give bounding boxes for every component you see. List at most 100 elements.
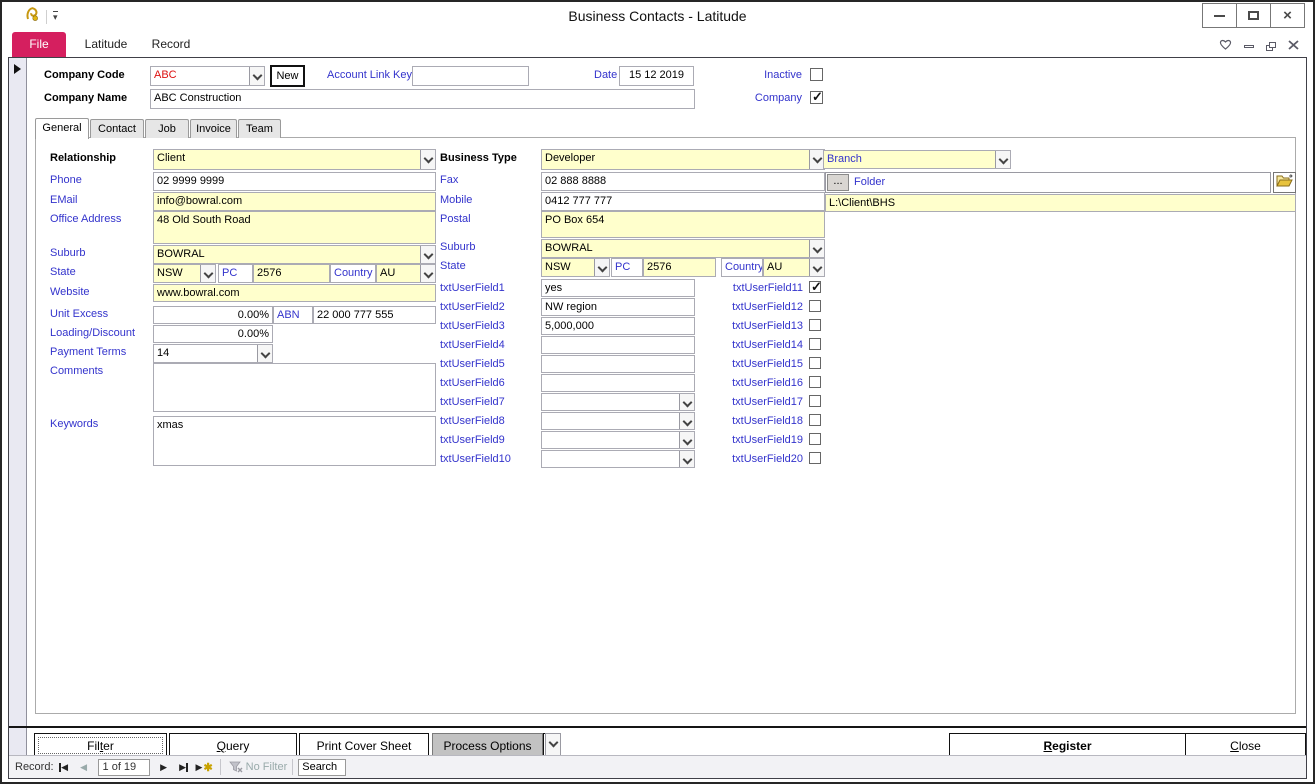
userfield3-input[interactable]: 5,000,000 [541, 317, 695, 335]
userfield20-label: txtUserField20 [676, 453, 803, 465]
last-record-button[interactable]: ▶ [176, 759, 192, 776]
relationship-dropdown-icon[interactable] [420, 149, 436, 170]
company-checkbox[interactable] [810, 91, 823, 104]
userfield10-label: txtUserField10 [440, 453, 511, 465]
previous-record-button[interactable]: ◀ [76, 759, 92, 776]
inactive-checkbox[interactable] [810, 68, 823, 81]
payment-terms-combobox[interactable]: 14 [153, 344, 273, 363]
mobile-label: Mobile [440, 194, 472, 206]
new-button[interactable]: New [270, 65, 305, 87]
folder-browse-button[interactable]: ... [827, 174, 849, 191]
state-label-left: State [50, 266, 76, 278]
footer-divider [9, 726, 1306, 728]
form-close-icon[interactable] [1288, 37, 1299, 55]
suburb-dropdown-icon-middle[interactable] [809, 239, 825, 258]
minimize-button[interactable] [1202, 3, 1237, 28]
first-record-button[interactable]: ◀ [56, 759, 72, 776]
state-dropdown-icon-left[interactable] [200, 264, 216, 283]
company-code-dropdown-icon[interactable] [249, 66, 265, 86]
record-position-box[interactable]: 1 of 19 [98, 759, 150, 776]
suburb-dropdown-icon-left[interactable] [420, 245, 436, 264]
app-window: ▾ Business Contacts - Latitude × File La… [0, 0, 1315, 784]
close-button[interactable]: × [1270, 3, 1305, 28]
userfield2-input[interactable]: NW region [541, 298, 695, 316]
country-combobox-left[interactable]: AU [376, 264, 436, 283]
userfield5-input[interactable] [541, 355, 695, 373]
payment-terms-dropdown-icon[interactable] [257, 344, 273, 363]
state-dropdown-icon-middle[interactable] [594, 258, 610, 277]
business-type-combobox[interactable]: Developer [541, 149, 825, 170]
userfield14-checkbox[interactable] [809, 338, 821, 350]
company-code-label: Company Code [44, 69, 125, 81]
account-link-key-input[interactable] [412, 66, 529, 86]
email-input[interactable]: info@bowral.com [153, 192, 436, 211]
userfield20-checkbox[interactable] [809, 452, 821, 464]
pc-input-middle[interactable]: 2576 [643, 258, 716, 277]
ribbon-tab-file[interactable]: File [12, 32, 66, 57]
folder-path-input[interactable]: L:\Client\BHS [825, 194, 1296, 212]
userfield10-combobox[interactable] [541, 450, 695, 468]
record-search-input[interactable] [298, 759, 346, 776]
userfield15-checkbox[interactable] [809, 357, 821, 369]
postal-input[interactable]: PO Box 654 [541, 211, 825, 238]
userfield13-checkbox[interactable] [809, 319, 821, 331]
maximize-icon [1248, 11, 1259, 20]
userfield8-combobox[interactable] [541, 412, 695, 430]
userfield11-checkbox[interactable] [809, 281, 821, 293]
new-record-button[interactable]: ▶✱ [196, 759, 213, 776]
state-combobox-left[interactable]: NSW [153, 264, 216, 283]
userfield16-checkbox[interactable] [809, 376, 821, 388]
maximize-button[interactable] [1236, 3, 1271, 28]
next-record-button[interactable]: ▶ [156, 759, 172, 776]
relationship-combobox[interactable]: Client [153, 149, 436, 170]
tab-job[interactable]: Job [145, 119, 189, 138]
ribbon-tab-record[interactable]: Record [142, 32, 200, 57]
filter-funnel-icon[interactable] [228, 759, 244, 776]
userfield1-input[interactable]: yes [541, 279, 695, 297]
date-input[interactable]: 15 12 2019 [619, 66, 694, 86]
record-selector-bar[interactable] [9, 58, 27, 755]
abn-input[interactable]: 22 000 777 555 [313, 306, 436, 324]
userfield13-label: txtUserField13 [676, 320, 803, 332]
website-input[interactable]: www.bowral.com [153, 284, 436, 302]
close-icon: × [1283, 8, 1292, 23]
form-minimize-icon[interactable] [1244, 45, 1254, 48]
branch-combobox[interactable]: Branch [823, 150, 1011, 169]
userfield12-checkbox[interactable] [809, 300, 821, 312]
tab-general[interactable]: General [35, 118, 89, 139]
state-combobox-middle[interactable]: NSW [541, 258, 610, 277]
userfield9-combobox[interactable] [541, 431, 695, 449]
office-address-input[interactable]: 48 Old South Road [153, 211, 436, 244]
userfield19-checkbox[interactable] [809, 433, 821, 445]
open-folder-button[interactable] [1273, 172, 1296, 193]
form-restore-icon[interactable] [1266, 42, 1276, 51]
company-code-combobox[interactable]: ABC [150, 66, 265, 86]
favorite-heart-icon[interactable] [1219, 37, 1232, 55]
pc-input-left[interactable]: 2576 [253, 264, 330, 283]
payment-terms-label: Payment Terms [50, 346, 126, 358]
ribbon-tab-latitude[interactable]: Latitude [77, 32, 135, 57]
tab-contact[interactable]: Contact [90, 119, 144, 138]
fax-input[interactable]: 02 888 8888 [541, 172, 825, 191]
suburb-combobox-middle[interactable]: BOWRAL [541, 239, 825, 258]
userfield7-label: txtUserField7 [440, 396, 505, 408]
country-combobox-middle[interactable]: AU [763, 258, 825, 277]
mobile-input[interactable]: 0412 777 777 [541, 192, 825, 211]
userfield17-checkbox[interactable] [809, 395, 821, 407]
country-dropdown-icon-middle[interactable] [809, 258, 825, 277]
comments-textarea[interactable] [153, 363, 436, 412]
userfield7-combobox[interactable] [541, 393, 695, 411]
tab-team[interactable]: Team [238, 119, 281, 138]
userfield18-checkbox[interactable] [809, 414, 821, 426]
keywords-textarea[interactable]: xmas [153, 416, 436, 466]
userfield6-input[interactable] [541, 374, 695, 392]
phone-input[interactable]: 02 9999 9999 [153, 172, 436, 191]
userfield4-input[interactable] [541, 336, 695, 354]
country-dropdown-icon-left[interactable] [420, 264, 436, 283]
suburb-combobox-left[interactable]: BOWRAL [153, 245, 436, 264]
tab-invoice[interactable]: Invoice [190, 119, 237, 138]
loading-discount-input[interactable]: 0.00% [153, 325, 273, 343]
branch-dropdown-icon[interactable] [995, 150, 1011, 169]
company-name-input[interactable]: ABC Construction [150, 89, 695, 109]
unit-excess-input[interactable]: 0.00% [153, 306, 273, 324]
